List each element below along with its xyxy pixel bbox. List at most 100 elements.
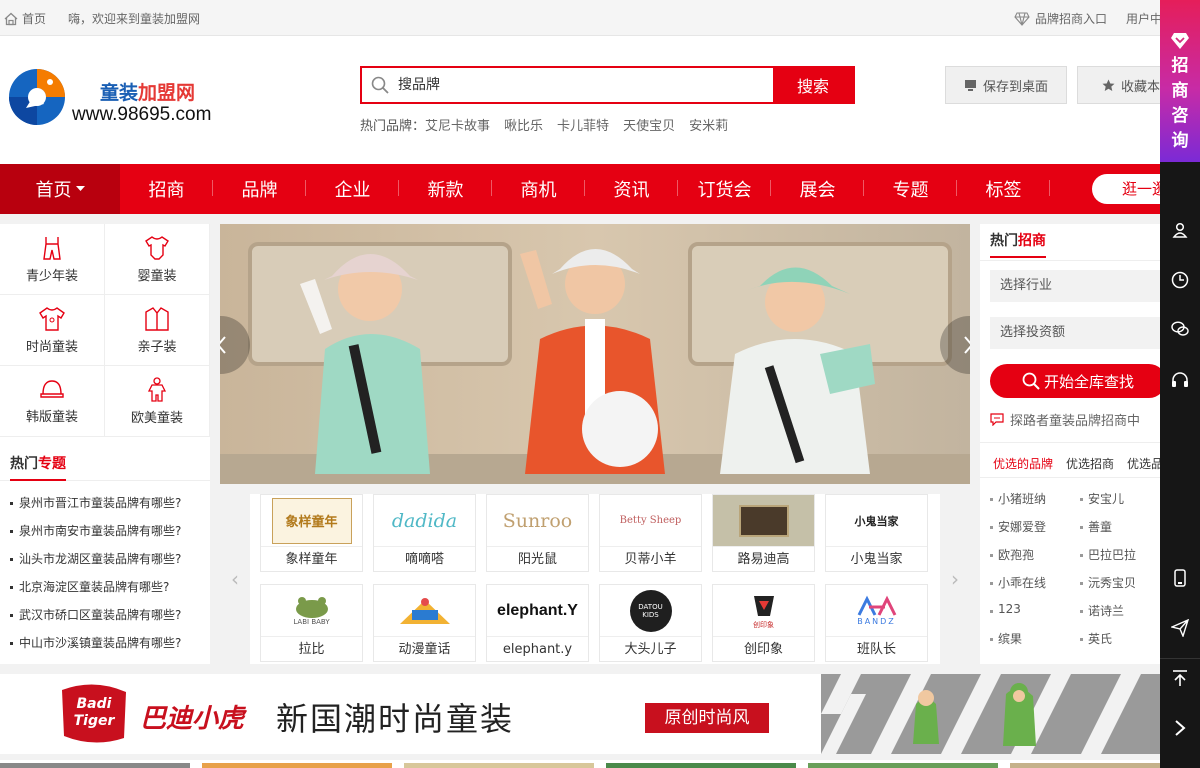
category-infant[interactable]: 婴童装	[105, 224, 210, 295]
category-fashion[interactable]: 时尚童装	[0, 295, 105, 366]
brand-next-button[interactable]: ›	[940, 494, 970, 664]
consult-button[interactable]: 招商咨询	[1160, 0, 1200, 162]
brand-list-item[interactable]: 小乖在线	[990, 574, 1080, 592]
mobile-icon[interactable]	[1170, 568, 1190, 588]
brand-card[interactable]: Betty Sheep 贝蒂小羊	[599, 494, 702, 572]
user-icon[interactable]	[1170, 220, 1190, 240]
save-to-desktop-button[interactable]: 保存到桌面	[945, 66, 1067, 104]
recruit-note-label: 探路者童装品牌招商中	[1010, 414, 1141, 429]
hot-brand-link[interactable]: 天使宝贝	[623, 115, 675, 134]
brand-list-item[interactable]: 善童	[1080, 518, 1160, 536]
tab-preferred-brand[interactable]: 优选品牌	[1114, 443, 1160, 477]
nav-item-news[interactable]: 资讯	[585, 176, 678, 202]
home-link[interactable]: 首页	[4, 10, 46, 27]
brand-list-item[interactable]: 诺诗兰	[1080, 602, 1160, 620]
headset-icon[interactable]	[1170, 370, 1190, 390]
investment-select[interactable]: 选择投资额	[990, 317, 1160, 349]
brand-card[interactable]: DATOU KIDS 大头儿子	[599, 584, 702, 662]
welcome-text: 嗨，欢迎来到童装加盟网	[68, 12, 201, 26]
send-icon[interactable]	[1170, 618, 1190, 638]
back-to-top-icon[interactable]	[1170, 668, 1190, 688]
hero-banner[interactable]	[220, 224, 970, 484]
hot-brand-link[interactable]: 艾尼卡故事	[425, 115, 490, 134]
brand-list: 小猪班纳 安宝儿 安娜爱登 善童 欧孢孢 巴拉巴拉 小乖在线 沅秀宝贝 123 …	[990, 490, 1160, 648]
topic-link[interactable]: 中山市沙溪镇童装品牌有哪些?	[10, 629, 210, 657]
brand-list-item[interactable]: 欧孢孢	[990, 546, 1080, 564]
find-all-label: 开始全库查找	[1043, 372, 1134, 391]
category-panel: 青少年装 婴童装 时尚童装 亲子装 韩版童装 欧美童装 热门专题 泉州市晋江市童…	[0, 224, 210, 664]
nav-item-company[interactable]: 企业	[306, 176, 399, 202]
nav-home-label: 首页	[35, 180, 72, 201]
category-korean[interactable]: 韩版童装	[0, 366, 105, 437]
tab-preferred-recruit[interactable]: 优选招商	[1053, 443, 1114, 477]
nav-item-exhibition[interactable]: 展会	[771, 176, 864, 202]
topic-link[interactable]: 汕头市龙湖区童装品牌有哪些?	[10, 545, 210, 573]
recruit-note[interactable]: 探路者童装品牌招商中	[990, 410, 1140, 429]
brand-card[interactable]: 小鬼当家 小鬼当家	[825, 494, 928, 572]
search-input[interactable]	[398, 68, 773, 102]
hot-recruit-title: 热门招商	[990, 230, 1046, 258]
brand-card[interactable]: 动漫童话	[373, 584, 476, 662]
chat-icon[interactable]	[1170, 319, 1190, 339]
hot-brand-link[interactable]: 卡儿菲特	[557, 115, 609, 134]
brand-logo: 象样童年	[261, 495, 362, 547]
brand-list-item[interactable]: 123	[990, 602, 1080, 620]
brand-card[interactable]: 象样童年 象样童年	[260, 494, 363, 572]
industry-select[interactable]: 选择行业	[990, 270, 1160, 302]
hot-brand-link[interactable]: 安米莉	[689, 115, 728, 134]
brand-list-item[interactable]: 小猪班纳	[990, 490, 1080, 508]
brand-card[interactable]: 创印象 创印象	[712, 584, 815, 662]
brand-card[interactable]: Sunroo 阳光鼠	[486, 494, 589, 572]
brand-prev-button[interactable]: ‹	[220, 494, 250, 664]
brand-list-item[interactable]: 沅秀宝贝	[1080, 574, 1160, 592]
brand-entry-link[interactable]: 品牌招商入口	[1014, 10, 1107, 27]
user-center-link[interactable]: 用户中心	[1121, 10, 1161, 27]
save-to-desktop-label: 保存到桌面	[982, 79, 1048, 95]
nav-item-topic[interactable]: 专题	[864, 176, 957, 202]
nav-home[interactable]: 首页	[0, 164, 120, 214]
brand-list-item[interactable]: 巴拉巴拉	[1080, 546, 1160, 564]
category-western[interactable]: 欧美童装	[105, 366, 210, 437]
ad-banner[interactable]: Badi Tiger 巴迪小虎 新国潮时尚童装 原创时尚风	[0, 674, 1160, 754]
brand-name: 班队长	[856, 642, 896, 657]
brand-list-item[interactable]: 缤果	[990, 630, 1080, 648]
topic-link[interactable]: 北京海淀区童装品牌有哪些?	[10, 573, 210, 601]
brand-list-item[interactable]: 安宝儿	[1080, 490, 1160, 508]
nav-item-tags[interactable]: 标签	[957, 176, 1050, 202]
brand-list-item[interactable]: 英氏	[1080, 630, 1160, 648]
brand-card[interactable]: LABI BABY 拉比	[260, 584, 363, 662]
expand-icon[interactable]	[1170, 718, 1190, 738]
clock-icon[interactable]	[1170, 270, 1190, 290]
badi-tiger-logo: Badi Tiger	[54, 682, 134, 746]
brand-list-item[interactable]: 安娜爱登	[990, 518, 1080, 536]
nav-item-new[interactable]: 新款	[399, 176, 492, 202]
search-button[interactable]: 搜索	[773, 68, 853, 102]
brand-logo: elephant.Y	[487, 585, 588, 637]
brand-card[interactable]: BANDZ 班队长	[825, 584, 928, 662]
tshirt-icon	[39, 306, 65, 331]
hot-topics-list: 泉州市晋江市童装品牌有哪些? 泉州市南安市童装品牌有哪些? 汕头市龙湖区童装品牌…	[0, 481, 210, 657]
nav-item-opportunity[interactable]: 商机	[492, 176, 585, 202]
tab-preferred-brands[interactable]: 优选的品牌	[980, 443, 1053, 477]
category-parent-child[interactable]: 亲子装	[105, 295, 210, 366]
brand-name: 嘀嘀嗒	[404, 552, 444, 567]
brand-logo: Betty Sheep	[600, 495, 701, 547]
topic-link[interactable]: 泉州市晋江市童装品牌有哪些?	[10, 489, 210, 517]
topic-link[interactable]: 泉州市南安市童装品牌有哪些?	[10, 517, 210, 545]
topic-link[interactable]: 武汉市硚口区童装品牌有哪些?	[10, 601, 210, 629]
hot-brand-link[interactable]: 啾比乐	[504, 115, 543, 134]
brand-card[interactable]: 路易迪高	[712, 494, 815, 572]
nav-item-brand[interactable]: 品牌	[213, 176, 306, 202]
brand-card[interactable]: elephant.Y elephant.y	[486, 584, 589, 662]
site-logo-icon[interactable]	[6, 66, 68, 128]
brand-logo: 小鬼当家	[826, 495, 927, 547]
recruit-tabs: 优选的品牌 优选招商 优选品牌	[980, 442, 1160, 478]
brand-card[interactable]: dadida 嘀嘀嗒	[373, 494, 476, 572]
nav-item-order-fair[interactable]: 订货会	[678, 176, 771, 202]
category-teen[interactable]: 青少年装	[0, 224, 105, 295]
brand-entry-label: 品牌招商入口	[1035, 12, 1108, 26]
cap-icon	[40, 379, 64, 398]
nav-item-zhaoshang[interactable]: 招商	[120, 176, 213, 202]
brand-logo	[713, 495, 814, 547]
find-all-button[interactable]: 开始全库查找	[990, 364, 1166, 398]
